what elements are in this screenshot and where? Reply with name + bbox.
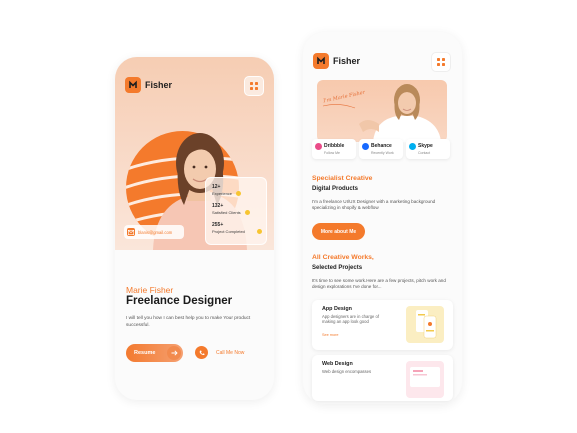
app-design-thumbnail <box>406 306 444 343</box>
brand-name: Fisher <box>145 80 173 90</box>
banner-photo <box>322 84 441 142</box>
social-card-skype[interactable]: Skype Contact <box>406 139 450 159</box>
section-kicker-works: All Creative Works, <box>312 254 374 261</box>
grid-menu-icon <box>250 82 258 90</box>
section-description-about: I'm a freelance UI/UX Designer with a ma… <box>312 199 436 211</box>
portfolio-about-screen: Fisher I'm Marie Fisher Dribbble Follow … <box>303 32 462 404</box>
social-card-behance[interactable]: Behance Recently Work <box>359 139 403 159</box>
work-card-web-design[interactable]: Web Design Web design encompasses <box>312 355 453 401</box>
emoji-icon <box>236 191 241 196</box>
stats-card: 12+ Experience 132+ Satisfied Clients 25… <box>205 177 267 245</box>
call-me-button[interactable]: Call Me Now <box>195 346 244 359</box>
social-links: Dribbble Follow Me Behance Recently Work… <box>312 139 450 159</box>
arrow-right-icon <box>167 346 181 360</box>
profile-description: I will tell you how I can best help you … <box>126 316 251 328</box>
menu-button[interactable] <box>431 52 451 72</box>
menu-button[interactable] <box>244 76 264 96</box>
mail-icon <box>127 228 135 236</box>
see-more-link[interactable]: See more <box>322 333 338 337</box>
more-about-me-button[interactable]: More about Me <box>312 223 365 240</box>
web-design-thumbnail <box>406 361 444 398</box>
grid-menu-icon <box>437 58 445 66</box>
phone-icon <box>195 346 208 359</box>
brand-logo-icon[interactable] <box>313 53 329 69</box>
social-card-dribbble[interactable]: Dribbble Follow Me <box>312 139 356 159</box>
call-label: Call Me Now <box>216 349 245 356</box>
stat-projects: 255+ Project Completed <box>212 222 245 234</box>
section-title-projects: Selected Projects <box>312 265 363 271</box>
portfolio-home-screen: Fisher 12+ Experience 132+ Satisfied Cli… <box>115 57 274 400</box>
section-description-projects: It's time to see some work.Here are a fe… <box>312 278 446 290</box>
skype-icon <box>409 143 416 150</box>
emoji-icon <box>257 229 262 234</box>
brand-logo-icon[interactable] <box>125 77 141 93</box>
dribbble-icon <box>315 143 322 150</box>
email-chip[interactable]: blanis@gmail.com <box>124 225 184 239</box>
emoji-icon <box>245 210 250 215</box>
resume-button[interactable]: Resume <box>126 344 183 362</box>
section-kicker-specialist: Specialist Creative <box>312 175 373 182</box>
behance-icon <box>362 143 369 150</box>
profile-name: Marie Fisher <box>126 285 174 295</box>
profile-banner: I'm Marie Fisher <box>317 80 447 142</box>
profile-title: Freelance Designer <box>126 295 233 307</box>
stat-clients: 132+ Satisfied Clients <box>212 203 241 215</box>
brand-name: Fisher <box>333 56 361 66</box>
resume-label: Resume <box>134 350 156 356</box>
stat-experience: 12+ Experience <box>212 184 233 196</box>
work-card-app-design[interactable]: App Design App designers are in charge o… <box>312 300 453 350</box>
email-text: blanis@gmail.com <box>138 229 173 235</box>
section-title-digital: Digital Products <box>312 186 359 192</box>
